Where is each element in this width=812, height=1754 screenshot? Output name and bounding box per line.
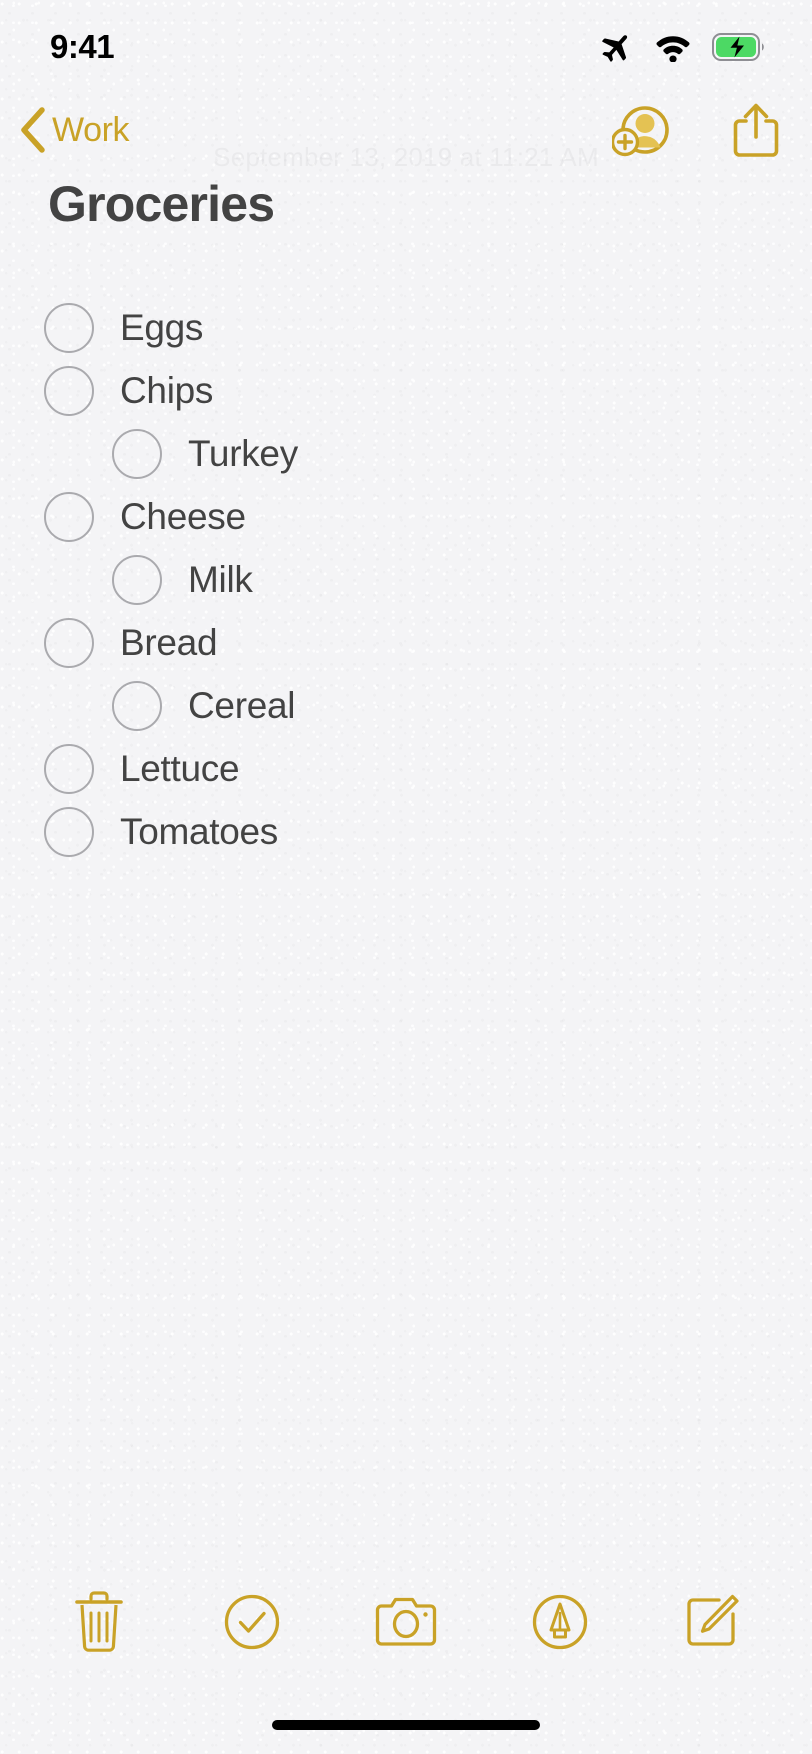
checklist-item-label: Chips <box>120 370 214 411</box>
checklist-item-label: Cheese <box>120 496 246 537</box>
back-button-label: Work <box>52 110 130 149</box>
note-title: Groceries <box>48 176 275 232</box>
camera-icon[interactable] <box>358 1576 454 1668</box>
navigation-actions <box>612 101 780 159</box>
checkbox-circle-icon[interactable] <box>112 428 162 479</box>
navigation-bar: Work <box>0 92 812 168</box>
checklist-item[interactable]: Cereal <box>0 674 812 737</box>
checklist-item[interactable]: Eggs <box>0 296 812 359</box>
checklist-item-label: Cereal <box>188 685 296 726</box>
markup-pen-icon[interactable] <box>512 1576 608 1668</box>
checklist-item[interactable]: Chips <box>0 359 812 422</box>
home-indicator[interactable] <box>272 1720 540 1730</box>
add-person-icon[interactable] <box>612 103 670 157</box>
back-button-work[interactable]: Work <box>18 106 130 154</box>
airplane-mode-icon <box>602 35 628 62</box>
wifi-icon <box>656 36 690 62</box>
checklist-item[interactable]: Cheese <box>0 485 812 548</box>
bottom-toolbar <box>0 1576 812 1668</box>
battery-charging-icon <box>712 33 768 61</box>
checklist-item[interactable]: Turkey <box>0 422 812 485</box>
note-body: Groceries Eggs Chips Turkey Cheese Milk Bread… <box>0 175 812 863</box>
trash-icon[interactable] <box>51 1576 147 1668</box>
checklist-item[interactable]: Tomatoes <box>0 800 812 863</box>
checkbox-circle-icon[interactable] <box>112 680 162 731</box>
checkbox-circle-icon[interactable] <box>44 302 94 353</box>
checklist: Eggs Chips Turkey Cheese Milk Bread Cereal Lett… <box>0 296 812 863</box>
checklist-item-label: Bread <box>120 622 218 663</box>
checkbox-circle-icon[interactable] <box>44 491 94 542</box>
checklist-item-label: Tomatoes <box>120 811 279 852</box>
status-bar: 9:41 <box>0 0 812 88</box>
share-icon[interactable] <box>732 101 780 159</box>
status-bar-time: 9:41 <box>50 28 115 65</box>
checklist-item[interactable]: Bread <box>0 611 812 674</box>
checklist-icon[interactable] <box>204 1576 300 1668</box>
checklist-item-label: Milk <box>188 559 253 600</box>
checkbox-circle-icon[interactable] <box>112 554 162 605</box>
checkbox-circle-icon[interactable] <box>44 806 94 857</box>
chevron-left-icon <box>21 107 45 153</box>
checklist-item[interactable]: Milk <box>0 548 812 611</box>
checkbox-circle-icon[interactable] <box>44 617 94 668</box>
checklist-item[interactable]: Lettuce <box>0 737 812 800</box>
checkbox-circle-icon[interactable] <box>44 365 94 416</box>
compose-icon[interactable] <box>665 1576 761 1668</box>
checklist-item-label: Turkey <box>188 433 298 474</box>
checklist-item-label: Eggs <box>120 307 204 348</box>
status-bar-indicators <box>600 30 768 64</box>
checkbox-circle-icon[interactable] <box>44 743 94 794</box>
checklist-item-label: Lettuce <box>120 748 240 789</box>
